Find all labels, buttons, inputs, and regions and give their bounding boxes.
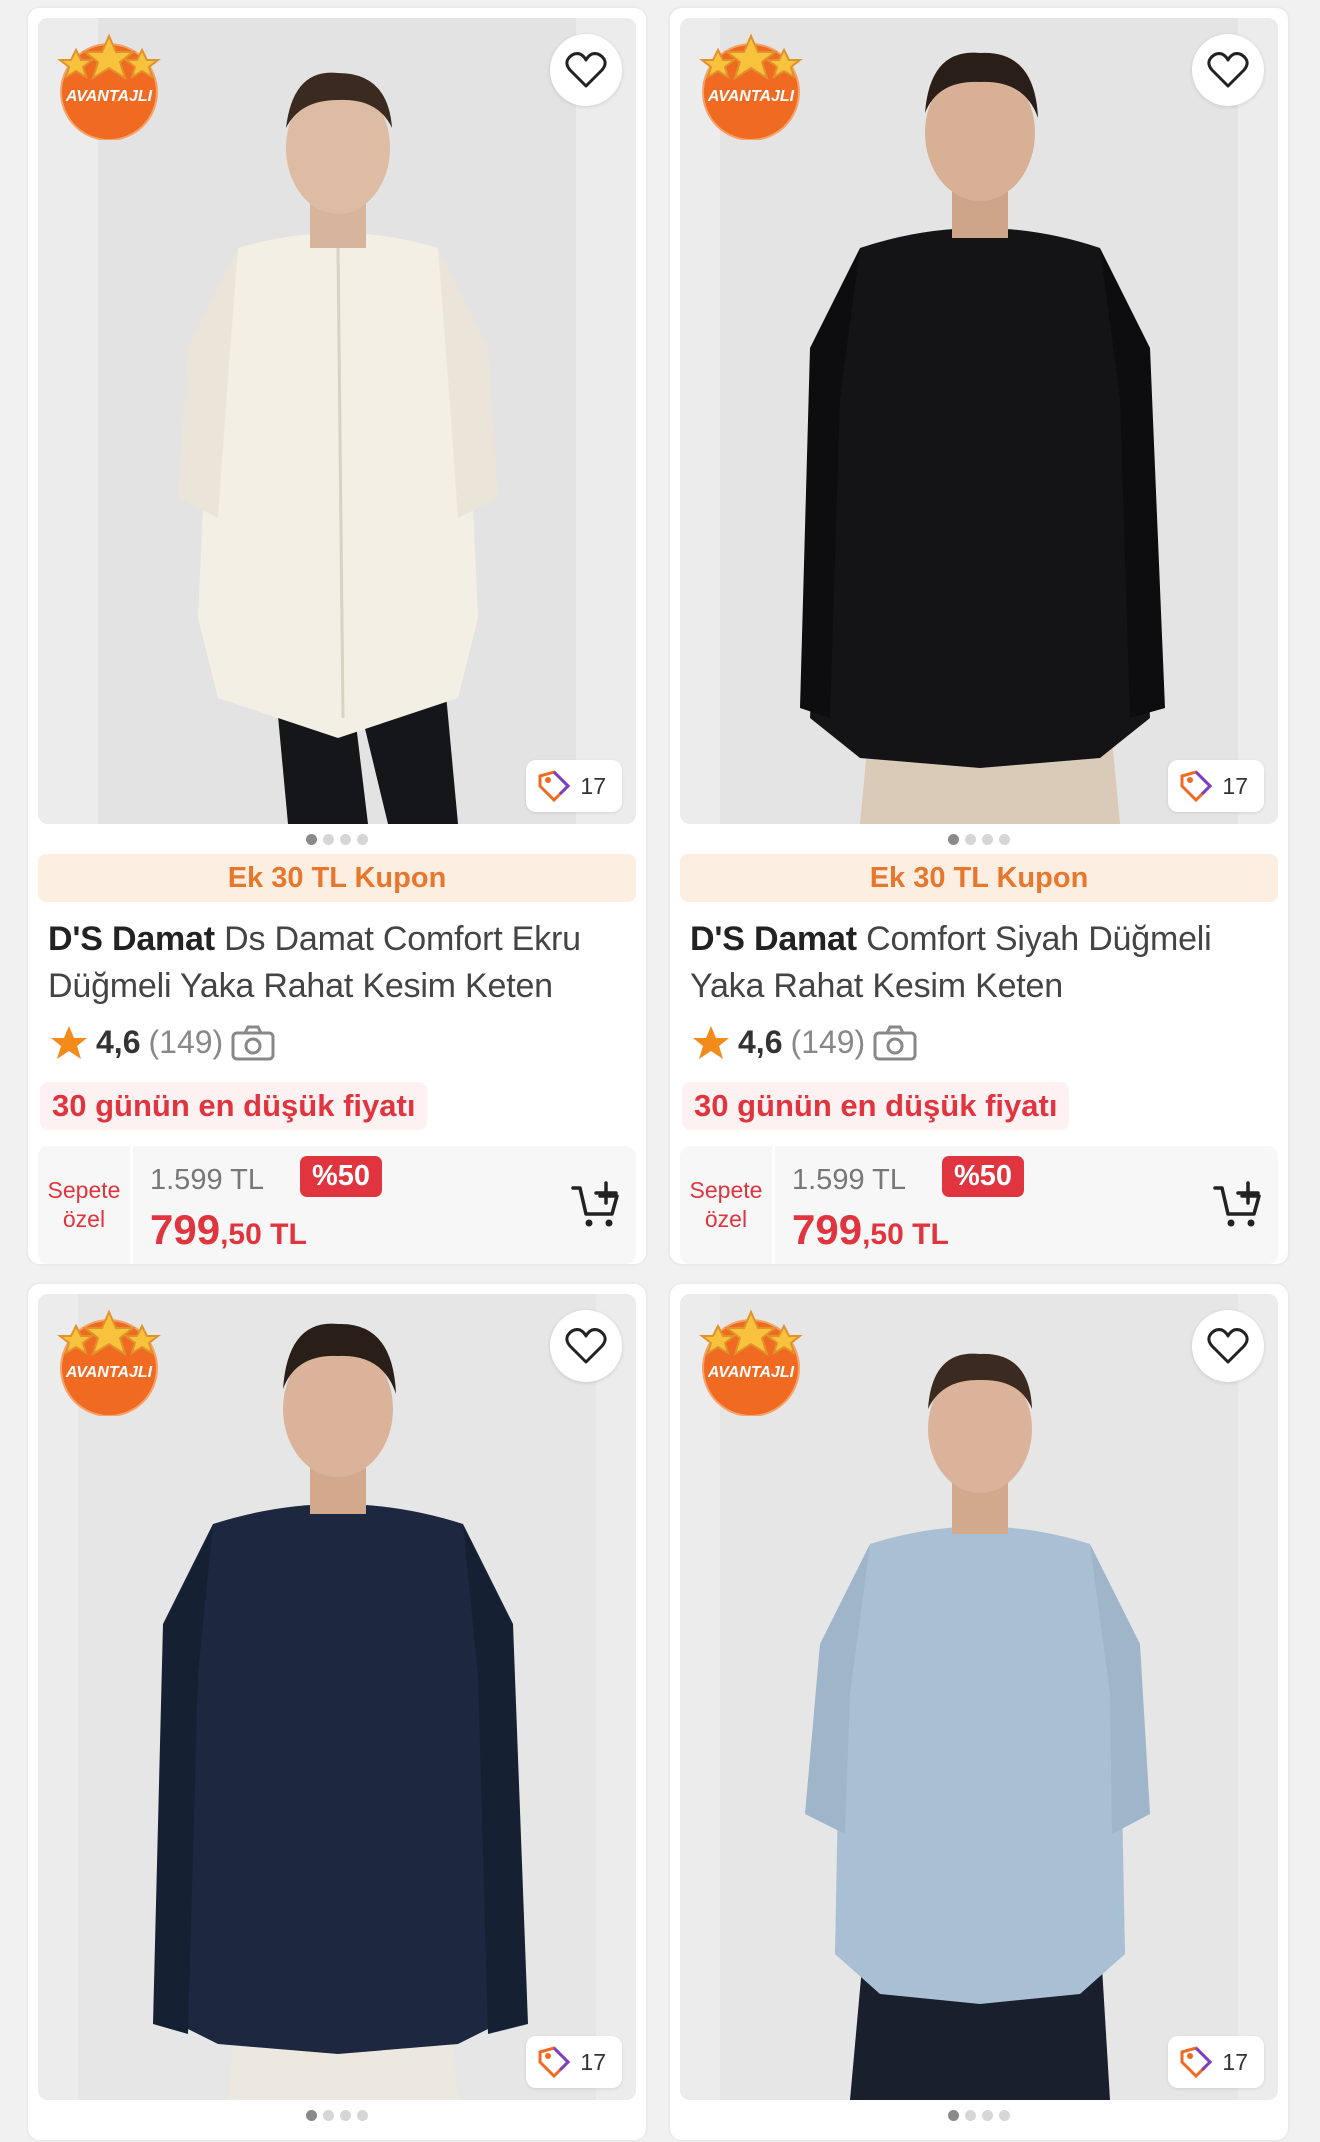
star-icon xyxy=(693,1025,729,1059)
basket-special-line1: Sepete xyxy=(689,1177,763,1203)
product-grid: AVANTAJLI 17 Ek 30 TL Kupon D'S Damat Ds… xyxy=(0,0,1320,2142)
favorite-button[interactable] xyxy=(550,34,622,106)
product-image[interactable]: AVANTAJLI 17 xyxy=(38,1294,636,2100)
camera-icon xyxy=(231,1025,275,1060)
price-main: 799 xyxy=(792,1206,863,1253)
carousel-dots[interactable] xyxy=(28,834,646,845)
price-rest: ,50 TL xyxy=(862,1218,949,1251)
heart-icon xyxy=(565,52,607,88)
camera-icon xyxy=(873,1025,917,1060)
price-box: Sepete özel 1.599 TL %50 799,50 TL xyxy=(680,1146,1278,1264)
lowest-price-badge: 30 günün en düşük fiyatı xyxy=(682,1082,1070,1130)
favorite-button[interactable] xyxy=(1192,34,1264,106)
discount-badge: %50 xyxy=(300,1156,383,1197)
lowest-price-badge: 30 günün en düşük fiyatı xyxy=(40,1082,428,1130)
brand-name: D'S Damat xyxy=(690,920,857,958)
rating-value: 4,6 xyxy=(96,1024,141,1060)
shirt xyxy=(810,228,1150,768)
avantajli-badge: AVANTAJLI xyxy=(57,33,161,140)
product-card[interactable]: AVANTAJLI 17 Ek 30 TL Kupon D'S Damat xyxy=(668,6,1290,1266)
basket-special-label: Sepete özel xyxy=(680,1146,775,1264)
product-image[interactable]: AVANTAJLI 17 xyxy=(38,18,636,824)
heart-icon xyxy=(565,1328,607,1364)
avantajli-badge: AVANTAJLI xyxy=(699,1309,803,1416)
carousel-dots[interactable] xyxy=(670,2110,1288,2121)
new-price: 799,50 TL xyxy=(792,1206,949,1254)
basket-special-line2: özel xyxy=(704,1206,748,1232)
avantajli-badge: AVANTAJLI xyxy=(57,1309,161,1416)
avantajli-badge: AVANTAJLI xyxy=(699,33,803,140)
heart-icon xyxy=(1207,1328,1249,1364)
image-count: 17 xyxy=(580,772,606,799)
svg-text:AVANTAJLI: AVANTAJLI xyxy=(65,88,153,105)
price-rest: ,50 TL xyxy=(220,1218,307,1251)
image-count: 17 xyxy=(580,2048,606,2075)
price-main: 799 xyxy=(150,1206,221,1253)
svg-text:AVANTAJLI: AVANTAJLI xyxy=(707,1364,795,1381)
product-card[interactable]: AVANTAJLI 17 xyxy=(26,1282,648,2142)
discount-badge: %50 xyxy=(942,1156,1025,1197)
coupon-count-chip: 17 xyxy=(526,760,622,812)
shirt xyxy=(158,1504,518,2054)
product-title[interactable]: D'S Damat Comfort Siyah Düğmeli Yaka Rah… xyxy=(690,916,1280,1010)
image-count: 17 xyxy=(1222,2048,1248,2075)
star-icon xyxy=(51,1025,87,1059)
rating: 4,6 (149) xyxy=(50,1024,275,1061)
coupon-banner: Ek 30 TL Kupon xyxy=(38,854,636,902)
basket-special-line2: özel xyxy=(62,1206,106,1232)
brand-name: D'S Damat xyxy=(48,920,215,958)
svg-text:AVANTAJLI: AVANTAJLI xyxy=(65,1364,153,1381)
add-to-cart-icon[interactable] xyxy=(1212,1180,1264,1232)
price-box: Sepete özel 1.599 TL %50 799,50 TL xyxy=(38,1146,636,1264)
coupon-tag-icon xyxy=(538,770,571,803)
coupon-count-chip: 17 xyxy=(1168,760,1264,812)
old-price: 1.599 TL xyxy=(150,1164,264,1196)
heart-icon xyxy=(1207,52,1249,88)
add-to-cart-icon[interactable] xyxy=(570,1180,622,1232)
carousel-dots[interactable] xyxy=(670,834,1288,845)
product-image[interactable]: AVANTAJLI 17 xyxy=(680,1294,1278,2100)
carousel-dots[interactable] xyxy=(28,2110,646,2121)
coupon-tag-icon xyxy=(1180,2046,1213,2079)
coupon-count-chip: 17 xyxy=(526,2036,622,2088)
basket-special-label: Sepete özel xyxy=(38,1146,133,1264)
product-card[interactable]: AVANTAJLI 17 Ek 30 TL Kupon D'S Damat xyxy=(26,6,648,1266)
new-price: 799,50 TL xyxy=(150,1206,307,1254)
favorite-button[interactable] xyxy=(1192,1310,1264,1382)
product-title[interactable]: D'S Damat Ds Damat Comfort Ekru Düğmeli … xyxy=(48,916,638,1010)
product-image[interactable]: AVANTAJLI 17 xyxy=(680,18,1278,824)
coupon-count-chip: 17 xyxy=(1168,2036,1264,2088)
coupon-tag-icon xyxy=(538,2046,571,2079)
old-price: 1.599 TL xyxy=(792,1164,906,1196)
basket-special-line1: Sepete xyxy=(47,1177,121,1203)
svg-text:AVANTAJLI: AVANTAJLI xyxy=(707,88,795,105)
rating: 4,6 (149) xyxy=(692,1024,917,1061)
favorite-button[interactable] xyxy=(550,1310,622,1382)
shirt xyxy=(835,1526,1125,2004)
product-card[interactable]: AVANTAJLI 17 xyxy=(668,1282,1290,2142)
image-count: 17 xyxy=(1222,772,1248,799)
coupon-tag-icon xyxy=(1180,770,1213,803)
rating-count: (149) xyxy=(790,1024,866,1060)
rating-value: 4,6 xyxy=(738,1024,783,1060)
coupon-banner: Ek 30 TL Kupon xyxy=(680,854,1278,902)
rating-count: (149) xyxy=(148,1024,224,1060)
